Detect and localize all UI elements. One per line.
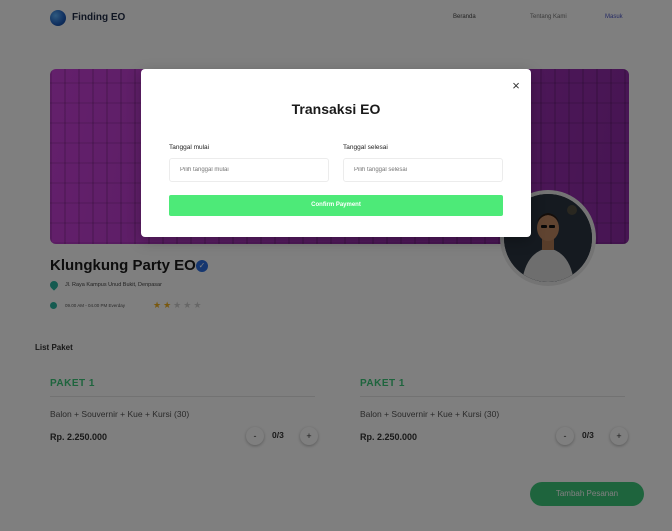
modal-title: Transaksi EO [291,101,381,117]
confirm-payment-button[interactable]: Confirm Payment [169,195,503,216]
start-date-input[interactable] [169,158,329,182]
end-date-input[interactable] [343,158,503,182]
close-icon[interactable]: × [509,79,523,93]
end-date-label: Tanggal selesai [343,144,388,151]
transaction-modal: Transaksi EO × Tanggal mulai Tanggal sel… [141,69,531,237]
start-date-label: Tanggal mulai [169,144,210,151]
